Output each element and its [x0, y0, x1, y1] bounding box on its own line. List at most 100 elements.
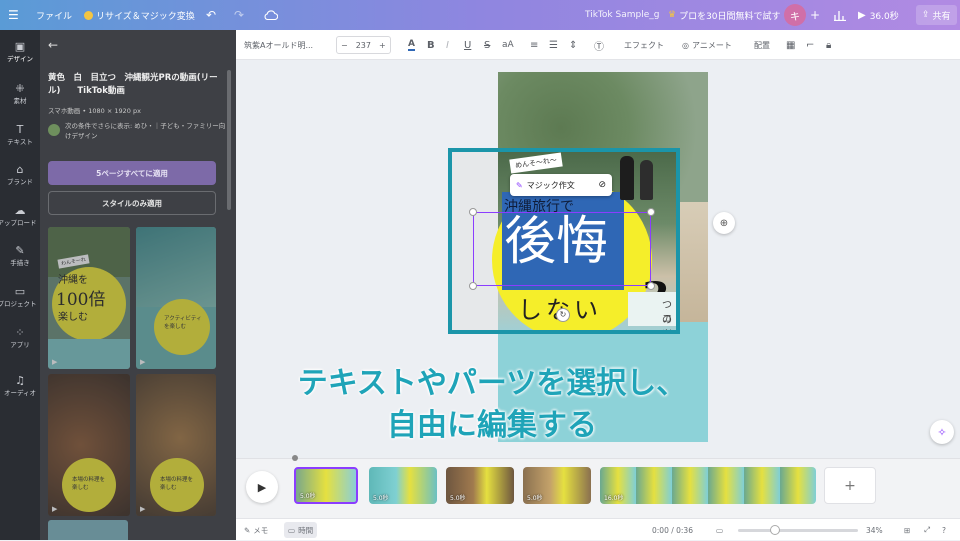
rail-item-text[interactable]: T テキスト — [0, 123, 40, 146]
duration-button[interactable]: ▭ 時間 — [284, 522, 318, 538]
timeline-clip-5[interactable]: 16.0秒 — [600, 467, 816, 504]
timeline-clip-4[interactable]: 5.0秒 — [523, 467, 591, 504]
monitor-icon[interactable]: ▭ — [716, 519, 723, 541]
template-thumb-5[interactable] — [48, 520, 128, 540]
share-label: 共有 — [932, 11, 951, 22]
paint-roller-icon[interactable]: ⌐ — [806, 30, 814, 60]
undo-icon[interactable]: ↶ — [206, 0, 216, 30]
rail-item-upload[interactable]: ☁ アップロード — [0, 204, 40, 227]
rail-label: プロジェクト — [0, 300, 37, 308]
selection-handle-br[interactable] — [647, 282, 655, 290]
rail-item-elements[interactable]: ⁜ 素材 — [0, 82, 40, 105]
align-center-icon[interactable]: ≡ — [530, 30, 538, 60]
hamburger-icon[interactable]: ☰ — [8, 0, 19, 30]
thumb-line: 楽しむ — [58, 312, 88, 323]
rotate-handle[interactable]: ↻ — [556, 308, 570, 322]
timeline-clip-3[interactable]: 5.0秒 — [446, 467, 514, 504]
add-comment-icon[interactable]: ⊕ — [713, 212, 735, 234]
zoom-slider[interactable] — [738, 519, 858, 541]
minus-icon[interactable]: − — [341, 41, 348, 50]
editor-toolbar: 筑紫Aオールド明... − 237 + A B I U S aA ≡ ☰ ⇕ Ⓣ… — [236, 30, 960, 60]
template-thumb-4[interactable]: 本場の料理を楽しむ ▶ — [136, 374, 216, 516]
document-title[interactable]: TikTok Sample_g — [585, 0, 659, 30]
play-button[interactable]: ▶ 36.0秒 — [858, 0, 899, 30]
selection-handle-tr[interactable] — [647, 208, 655, 216]
analytics-icon[interactable] — [834, 0, 846, 30]
template-note-text: 次の条件でさらに表示: めひ・｜子ども・ファミリー向けデザイン — [65, 122, 226, 140]
share-icon: ⇪ — [922, 10, 930, 20]
transparency-icon[interactable]: ▦ — [786, 30, 795, 60]
rail-label: オーディオ — [3, 389, 37, 397]
timeline-clip-2[interactable]: 5.0秒 — [369, 467, 437, 504]
link-icon[interactable]: ⊘ — [598, 180, 606, 190]
help-icon[interactable]: ? — [942, 519, 946, 541]
cloud-save-icon[interactable] — [264, 0, 278, 30]
rail-item-apps[interactable]: ⁘ アプリ — [0, 326, 40, 349]
rail-item-projects[interactable]: ▭ プロジェクト — [0, 285, 40, 308]
spacing-icon[interactable]: ⇕ — [569, 30, 577, 60]
underline-icon[interactable]: U — [464, 30, 471, 60]
rail-item-audio[interactable]: ♫ オーディオ — [0, 374, 40, 397]
pro-trial-button[interactable]: ♛ プロを30日間無料で試す — [668, 0, 781, 30]
apps-icon: ⁘ — [15, 326, 25, 339]
magic-assistant-icon[interactable]: ✧ — [930, 420, 954, 444]
upload-icon: ☁ — [14, 204, 26, 217]
design-side-text-2[interactable]: コツ — [662, 310, 676, 330]
add-page-button[interactable]: + — [824, 467, 876, 504]
list-icon[interactable]: ☰ — [549, 30, 558, 60]
playhead-marker[interactable] — [292, 455, 298, 461]
italic-icon[interactable]: I — [446, 30, 449, 60]
apply-style-button[interactable]: スタイルのみ適用 — [48, 191, 216, 215]
zoom-slider-thumb[interactable] — [770, 524, 780, 535]
animate-label: アニメート — [691, 40, 732, 50]
fullscreen-icon[interactable]: ⤢ — [924, 519, 930, 541]
font-family-select[interactable]: 筑紫Aオールド明... — [244, 30, 313, 60]
font-size-value[interactable]: 237 — [356, 41, 371, 50]
duration-label: 時間 — [298, 525, 314, 535]
clip-duration: 16.0秒 — [604, 495, 624, 502]
bold-icon[interactable]: B — [427, 30, 435, 60]
plus-icon[interactable]: + — [379, 41, 386, 50]
rail-item-brand[interactable]: ⌂ ブランド — [0, 163, 40, 186]
font-size-control[interactable]: − 237 + — [336, 36, 391, 54]
template-thumb-2[interactable]: アクティビティを楽しむ ▶ — [136, 227, 216, 369]
lock-icon[interactable]: 🔒︎ — [826, 30, 831, 60]
magic-write-button[interactable]: ✎ マジック作文 ⊘ — [510, 174, 612, 196]
vertical-text-icon[interactable]: Ⓣ — [594, 30, 604, 60]
strikethrough-icon[interactable]: S — [484, 30, 490, 60]
resize-label: リサイズ＆マジック変換 — [96, 11, 195, 22]
arrow-left-icon[interactable]: ← — [48, 38, 58, 52]
position-button[interactable]: 配置 — [754, 30, 770, 60]
selection-handle-tl[interactable] — [469, 208, 477, 216]
selection-handle-bl[interactable] — [469, 282, 477, 290]
file-menu[interactable]: ファイル — [36, 0, 72, 30]
thumb-text: 本場の料理を楽しむ — [160, 477, 194, 491]
apply-all-button[interactable]: 5ページすべてに適用 — [48, 161, 216, 185]
animate-button[interactable]: ◎ アニメート — [682, 30, 732, 60]
effects-button[interactable]: エフェクト — [624, 30, 664, 60]
add-person-icon[interactable]: + — [810, 0, 820, 30]
rail-item-design[interactable]: ▣ デザイン — [0, 40, 40, 63]
selection-box[interactable] — [473, 212, 651, 286]
letter-case-icon[interactable]: aA — [502, 30, 514, 60]
top-bar: ☰ ファイル リサイズ＆マジック変換 ↶ ↷ TikTok Sample_g ♛… — [0, 0, 960, 30]
notes-button[interactable]: ✎ メモ — [244, 519, 268, 541]
template-thumb-3[interactable]: 本場の料理を楽しむ ▶ — [48, 374, 130, 516]
zoom-level[interactable]: 34% — [866, 519, 883, 541]
animate-icon: ◎ — [682, 40, 689, 50]
timeline-play-button[interactable]: ▶ — [246, 471, 278, 503]
template-thumb-1[interactable]: わんそーれ 沖縄を 100倍 楽しむ ▶ — [48, 227, 130, 369]
clip-duration: 5.0秒 — [450, 495, 466, 502]
avatar[interactable]: キ — [784, 0, 806, 30]
notes-icon: ✎ — [244, 525, 251, 535]
timer-icon: ▭ — [288, 525, 296, 535]
redo-icon[interactable]: ↷ — [234, 0, 244, 30]
rail-item-draw[interactable]: ✎ 手描き — [0, 244, 40, 267]
text-color-icon[interactable]: A — [408, 30, 415, 60]
share-button[interactable]: ⇪ 共有 — [916, 5, 957, 25]
clip-duration: 5.0秒 — [527, 495, 543, 502]
resize-button[interactable]: リサイズ＆マジック変換 — [84, 0, 195, 30]
timeline-clip-1[interactable]: 5.0秒 — [294, 467, 358, 504]
panel-scrollbar[interactable] — [227, 70, 231, 210]
grid-view-icon[interactable]: ⊞ — [904, 519, 910, 541]
